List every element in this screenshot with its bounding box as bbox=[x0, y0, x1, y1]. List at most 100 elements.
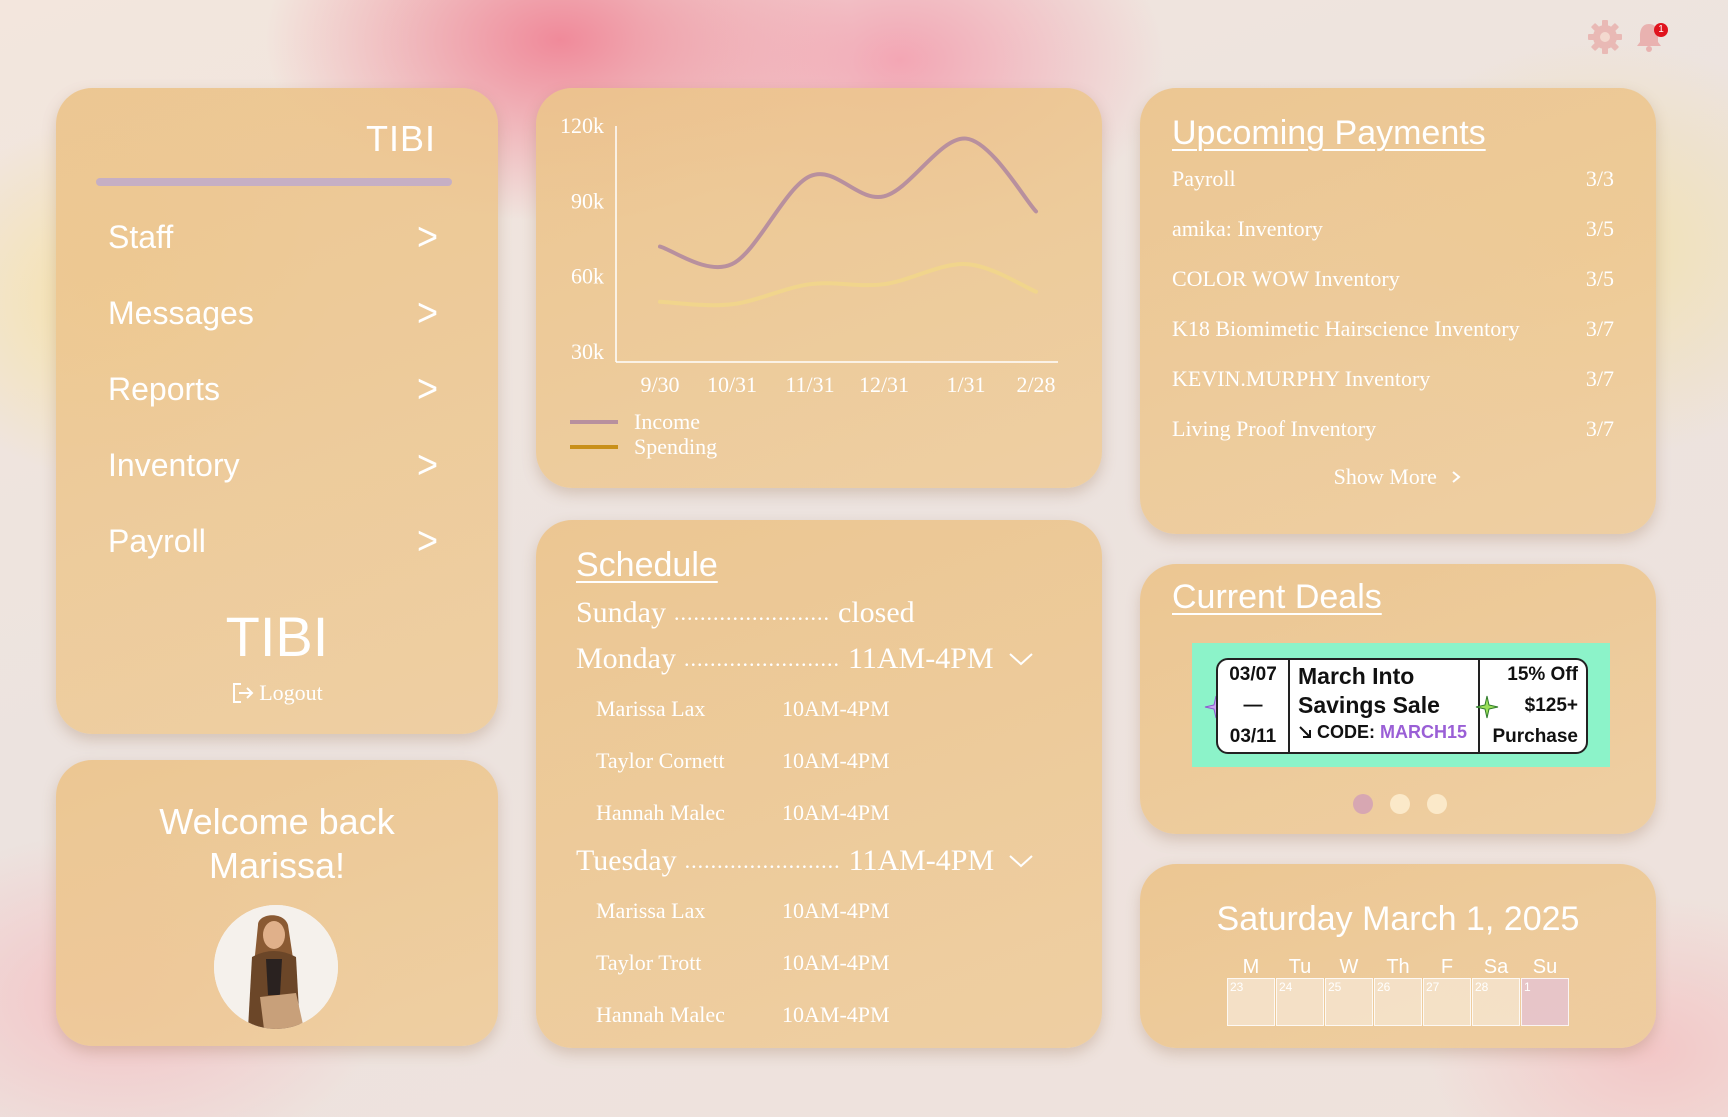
schedule-day-sunday: Sunday ........................ closed bbox=[576, 596, 1056, 630]
weekday-label: Sa bbox=[1483, 956, 1509, 978]
staff-name: Marissa Lax bbox=[596, 696, 706, 721]
staff-hours: 10AM-4PM bbox=[782, 950, 890, 975]
payment-name: KEVIN.MURPHY Inventory bbox=[1172, 366, 1431, 391]
payment-date: 3/5 bbox=[1585, 216, 1614, 241]
welcome-line-2: Marissa! bbox=[208, 845, 346, 886]
nav-item-staff[interactable]: Staff > bbox=[108, 212, 438, 262]
legend-label-income: Income bbox=[634, 409, 700, 434]
chevron-right-icon: > bbox=[416, 441, 438, 487]
calendar-date-title: Saturday March 1, 2025 bbox=[1216, 900, 1580, 938]
nav-item-label: Inventory bbox=[108, 446, 240, 483]
deal-end-date: 03/11 bbox=[1229, 726, 1277, 747]
calendar-day[interactable]: 27 bbox=[1423, 978, 1471, 1026]
nav-item-label: Reports bbox=[108, 370, 221, 407]
deal-code-label: CODE: bbox=[1317, 722, 1376, 742]
welcome-message: Welcome back Marissa! bbox=[56, 800, 498, 888]
staff-shift-row: Taylor Trott 10AM-4PM bbox=[596, 950, 890, 976]
logout-label: Logout bbox=[259, 680, 323, 705]
carousel-dot-2[interactable] bbox=[1390, 794, 1410, 814]
payments-title: Upcoming Payments bbox=[1172, 114, 1486, 152]
x-tick-label: 1/31 bbox=[946, 372, 985, 397]
notifications-button[interactable]: 1 bbox=[1632, 20, 1668, 56]
staff-hours: 10AM-4PM bbox=[782, 800, 890, 825]
staff-name: Taylor Cornett bbox=[596, 748, 725, 773]
payment-date: 3/5 bbox=[1585, 266, 1614, 291]
brand-logo-text: TIBI bbox=[225, 605, 329, 668]
show-more-button[interactable]: Show More bbox=[1140, 464, 1656, 490]
calendar-day[interactable]: 23 bbox=[1227, 978, 1275, 1026]
payment-name: K18 Biomimetic Hairscience Inventory bbox=[1172, 316, 1520, 341]
deal-banner[interactable]: 03/07 — 03/11 March Into Savings Sale CO… bbox=[1192, 643, 1610, 767]
weekday-label: W bbox=[1339, 956, 1359, 978]
y-tick-label: 120k bbox=[560, 113, 604, 138]
payment-row: KEVIN.MURPHY Inventory 3/7 bbox=[1172, 366, 1614, 392]
carousel-dot-3[interactable] bbox=[1427, 794, 1447, 814]
calendar-day[interactable]: 24 bbox=[1276, 978, 1324, 1026]
staff-shift-row: Hannah Malec 10AM-4PM bbox=[596, 1002, 890, 1028]
weekday-label: F bbox=[1440, 956, 1454, 978]
day-name: Sunday bbox=[576, 596, 666, 629]
nav-item-label: Messages bbox=[108, 294, 254, 331]
arrow-down-right-icon bbox=[1299, 726, 1311, 738]
logout-icon bbox=[233, 683, 254, 703]
show-more-label: Show More bbox=[1333, 464, 1437, 489]
nav-item-payroll[interactable]: Payroll > bbox=[108, 516, 438, 566]
payment-name: Living Proof Inventory bbox=[1172, 416, 1377, 441]
weekday-label: Th bbox=[1386, 956, 1410, 978]
chevron-right-icon: > bbox=[416, 365, 438, 411]
payment-row: COLOR WOW Inventory 3/5 bbox=[1172, 266, 1614, 292]
nav-item-inventory[interactable]: Inventory > bbox=[108, 440, 438, 490]
carousel-dot-1[interactable] bbox=[1353, 794, 1373, 814]
nav-item-reports[interactable]: Reports > bbox=[108, 364, 438, 414]
calendar-day-number: 25 bbox=[1328, 980, 1342, 994]
gear-icon bbox=[1588, 20, 1622, 54]
current-deals-card: Current Deals 03/07 — 03/11 March Into S… bbox=[1140, 564, 1656, 834]
staff-name: Taylor Trott bbox=[596, 950, 702, 975]
settings-button[interactable] bbox=[1586, 18, 1624, 56]
day-hours: closed bbox=[838, 596, 915, 629]
divider bbox=[96, 178, 452, 186]
deal-code: CODE: MARCH15 bbox=[1298, 720, 1470, 744]
dot-leader: ........................ bbox=[674, 600, 830, 625]
payment-date: 3/7 bbox=[1585, 316, 1614, 341]
nav-item-label: Staff bbox=[108, 218, 174, 255]
day-name: Tuesday bbox=[576, 844, 677, 877]
payment-row: amika: Inventory 3/5 bbox=[1172, 216, 1614, 242]
payment-date: 3/7 bbox=[1585, 366, 1614, 391]
payment-row: Payroll 3/3 bbox=[1172, 166, 1614, 192]
calendar-day[interactable]: 26 bbox=[1374, 978, 1422, 1026]
welcome-card: Welcome back Marissa! bbox=[56, 760, 498, 1046]
staff-name: Marissa Lax bbox=[596, 898, 706, 923]
sparkle-icon bbox=[1475, 695, 1499, 719]
deal-offer-line-3: Purchase bbox=[1492, 726, 1578, 747]
calendar-day[interactable]: 28 bbox=[1472, 978, 1520, 1026]
schedule-day-tuesday[interactable]: Tuesday ........................ 11AM-4P… bbox=[576, 844, 1056, 878]
deal-coupon: 03/07 — 03/11 March Into Savings Sale CO… bbox=[1216, 658, 1588, 754]
staff-hours: 10AM-4PM bbox=[782, 696, 890, 721]
income-spending-chart: 120k 90k 60k 30k 9/30 10/31 11/31 12/31 1/31 2/28… bbox=[560, 113, 1058, 459]
schedule-day-monday[interactable]: Monday ........................ 11AM-4PM bbox=[576, 642, 1056, 676]
calendar-day[interactable]: 25 bbox=[1325, 978, 1373, 1026]
weekday-label: Su bbox=[1532, 956, 1558, 978]
chevron-down-icon[interactable] bbox=[1008, 853, 1034, 869]
staff-hours: 10AM-4PM bbox=[782, 748, 890, 773]
chevron-down-icon[interactable] bbox=[1008, 651, 1034, 667]
calendar-day-selected[interactable]: 1 bbox=[1521, 978, 1569, 1026]
deal-name-line-1: March Into bbox=[1298, 663, 1415, 689]
avatar[interactable] bbox=[214, 905, 338, 1029]
chevron-right-icon: > bbox=[416, 213, 438, 259]
logout-button[interactable]: Logout bbox=[56, 680, 498, 706]
y-tick-label: 30k bbox=[571, 339, 604, 364]
staff-shift-row: Hannah Malec 10AM-4PM bbox=[596, 800, 890, 826]
series-line-income bbox=[658, 136, 1038, 270]
day-hours: 11AM-4PM bbox=[848, 844, 995, 877]
staff-name: Hannah Malec bbox=[596, 1002, 725, 1027]
payment-row: Living Proof Inventory 3/7 bbox=[1172, 416, 1614, 442]
schedule-title: Schedule bbox=[576, 546, 718, 584]
nav-item-messages[interactable]: Messages > bbox=[108, 288, 438, 338]
calendar-day-number: 1 bbox=[1524, 980, 1531, 994]
weekday-label: M bbox=[1242, 956, 1260, 978]
user-photo bbox=[214, 905, 338, 1029]
deal-date-separator: — bbox=[1243, 695, 1263, 716]
payment-name: amika: Inventory bbox=[1172, 216, 1323, 241]
